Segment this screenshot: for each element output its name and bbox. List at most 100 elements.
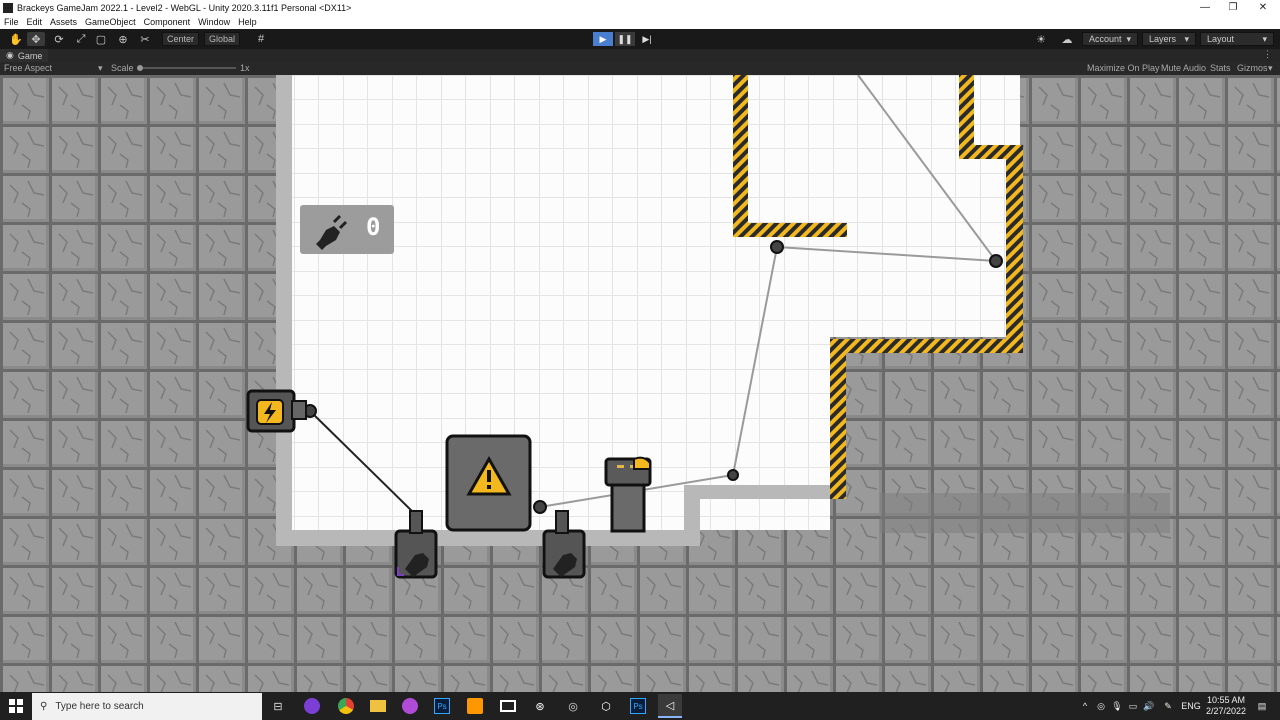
volume-icon[interactable]: 🔊 bbox=[1142, 692, 1156, 720]
menu-bar: File Edit Assets GameObject Component Wi… bbox=[0, 15, 1280, 29]
layers-label: Layers bbox=[1149, 34, 1177, 44]
window-titlebar: Brackeys GameJam 2022.1 - Level2 - WebGL… bbox=[0, 0, 1280, 15]
sublime-icon[interactable] bbox=[463, 694, 487, 718]
tab-menu-icon[interactable]: ⋮ bbox=[1263, 49, 1272, 60]
pivot-label: Center bbox=[167, 34, 195, 44]
hand-tool-icon[interactable]: ✋ bbox=[7, 32, 25, 46]
menu-help[interactable]: Help bbox=[238, 17, 257, 27]
windows-taskbar: ⚲ Type here to search ⊟ Ps ⊛ ◎ ⬡ Ps ◁ ^ … bbox=[0, 692, 1280, 720]
minimize-button[interactable]: — bbox=[1190, 0, 1220, 15]
language-indicator[interactable]: ENG bbox=[1180, 692, 1202, 720]
tab-game[interactable]: ◉ Game bbox=[0, 49, 49, 62]
chevron-down-icon: ▾ bbox=[98, 63, 103, 73]
step-button[interactable]: ▶| bbox=[637, 32, 657, 46]
collab-icon[interactable]: ☀ bbox=[1032, 32, 1050, 46]
tab-game-label: Game bbox=[17, 50, 43, 61]
search-icon: ⚲ bbox=[40, 701, 48, 712]
app-icon[interactable] bbox=[300, 694, 324, 718]
clock-time: 10:55 AM bbox=[1206, 695, 1246, 705]
menu-gameobject[interactable]: GameObject bbox=[85, 17, 136, 27]
chevron-down-icon: ▾ bbox=[1262, 33, 1267, 44]
scale-value: 1x bbox=[240, 63, 250, 73]
play-button[interactable]: ▶ bbox=[593, 32, 613, 46]
clock[interactable]: 10:55 AM 2/27/2022 bbox=[1205, 692, 1247, 720]
clock-date: 2/27/2022 bbox=[1205, 706, 1247, 716]
snap-grid-icon[interactable]: # bbox=[252, 32, 270, 46]
chevron-down-icon: ▾ bbox=[1126, 33, 1131, 44]
menu-edit[interactable]: Edit bbox=[27, 17, 43, 27]
menu-file[interactable]: File bbox=[4, 17, 19, 27]
microphone-icon[interactable]: 🎙 bbox=[1110, 692, 1124, 720]
chrome-profile-icon[interactable] bbox=[398, 694, 422, 718]
plug-count: 0 bbox=[366, 213, 381, 241]
game-view-toolbar: Free Aspect ▾ Scale 1x Maximize On Play … bbox=[0, 62, 1280, 75]
main-toolbar: ✋ ✥ ⟳ ⤢ ▢ ⊕ ✂ Center Global # ▶ ❚❚ ▶| ☀ … bbox=[0, 29, 1280, 49]
start-button[interactable] bbox=[0, 692, 32, 720]
tray-app-icon[interactable]: ◎ bbox=[1094, 692, 1108, 720]
scale-slider[interactable] bbox=[137, 65, 236, 71]
unity-logo-icon bbox=[3, 2, 13, 13]
menu-assets[interactable]: Assets bbox=[50, 17, 77, 27]
wire-node bbox=[533, 500, 547, 514]
layout-dropdown[interactable]: Layout ▾ bbox=[1200, 32, 1274, 46]
steam-icon[interactable]: ⊛ bbox=[528, 694, 552, 718]
pause-button[interactable]: ❚❚ bbox=[615, 32, 635, 46]
terminal-icon[interactable] bbox=[496, 694, 520, 718]
hazard-wall bbox=[733, 75, 748, 237]
layout-label: Layout bbox=[1207, 34, 1235, 44]
rotate-tool-icon[interactable]: ⟳ bbox=[50, 32, 68, 46]
room-left-wall bbox=[276, 75, 292, 545]
maximize-on-play-toggle[interactable]: Maximize On Play bbox=[1087, 63, 1160, 73]
wire-node bbox=[727, 469, 739, 481]
file-explorer-icon[interactable] bbox=[366, 694, 390, 718]
game-view-icon: ◉ bbox=[6, 50, 14, 60]
wire-node bbox=[770, 240, 784, 254]
tray-chevron-up-icon[interactable]: ^ bbox=[1078, 692, 1092, 720]
rect-tool-icon[interactable]: ▢ bbox=[92, 32, 110, 46]
close-button[interactable]: ✕ bbox=[1248, 0, 1278, 15]
search-placeholder: Type here to search bbox=[55, 701, 144, 712]
scale-tool-icon[interactable]: ⤢ bbox=[72, 32, 90, 46]
task-view-icon[interactable]: ⊟ bbox=[266, 694, 290, 718]
unity-hub-icon[interactable]: ⬡ bbox=[594, 694, 618, 718]
unity-editor-icon[interactable]: ◁ bbox=[658, 694, 682, 718]
menu-window[interactable]: Window bbox=[198, 17, 230, 27]
taskbar-search[interactable]: ⚲ Type here to search bbox=[32, 693, 262, 720]
plug-icon bbox=[316, 214, 348, 250]
warning-block bbox=[445, 434, 532, 532]
account-label: Account bbox=[1089, 34, 1122, 44]
photoshop-2-icon[interactable]: Ps bbox=[626, 694, 650, 718]
scale-label: Scale bbox=[111, 63, 134, 73]
scale-slider-handle[interactable] bbox=[137, 65, 143, 71]
photoshop-icon[interactable]: Ps bbox=[430, 694, 454, 718]
gizmos-dropdown[interactable]: Gizmos bbox=[1237, 63, 1268, 73]
trash-can bbox=[604, 456, 652, 533]
move-tool-icon[interactable]: ✥ bbox=[27, 32, 45, 46]
transform-tool-icon[interactable]: ⊕ bbox=[114, 32, 132, 46]
pen-icon[interactable]: ✎ bbox=[1160, 692, 1176, 720]
pivot-center-button[interactable]: Center bbox=[162, 32, 200, 46]
window-title: Brackeys GameJam 2022.1 - Level2 - WebGL… bbox=[17, 2, 352, 13]
chevron-down-icon: ▾ bbox=[1184, 33, 1189, 44]
aspect-dropdown[interactable]: Free Aspect bbox=[4, 63, 52, 73]
cloud-icon[interactable]: ☁ bbox=[1058, 32, 1076, 46]
game-view[interactable]: 0 bbox=[0, 75, 1280, 692]
room-step-wall bbox=[684, 485, 830, 499]
windows-logo-icon bbox=[9, 699, 23, 713]
mute-audio-toggle[interactable]: Mute Audio bbox=[1161, 63, 1206, 73]
stats-toggle[interactable]: Stats bbox=[1210, 63, 1231, 73]
game-tab-bar: ◉ Game ⋮ bbox=[0, 49, 1280, 62]
pivot-global-button[interactable]: Global bbox=[204, 32, 241, 46]
account-dropdown[interactable]: Account ▾ bbox=[1082, 32, 1138, 46]
custom-tool-icon[interactable]: ✂ bbox=[136, 32, 154, 46]
aseprite-icon[interactable]: ◎ bbox=[561, 694, 585, 718]
chrome-icon[interactable] bbox=[334, 694, 358, 718]
network-icon[interactable]: ▭ bbox=[1126, 692, 1140, 720]
restore-button[interactable]: ❐ bbox=[1218, 0, 1248, 15]
game-scene bbox=[0, 75, 1280, 692]
layers-dropdown[interactable]: Layers ▾ bbox=[1142, 32, 1196, 46]
space-label: Global bbox=[209, 34, 236, 44]
menu-component[interactable]: Component bbox=[144, 17, 191, 27]
notifications-icon[interactable]: ▤ bbox=[1254, 692, 1270, 720]
chevron-down-icon: ▾ bbox=[1268, 63, 1273, 73]
